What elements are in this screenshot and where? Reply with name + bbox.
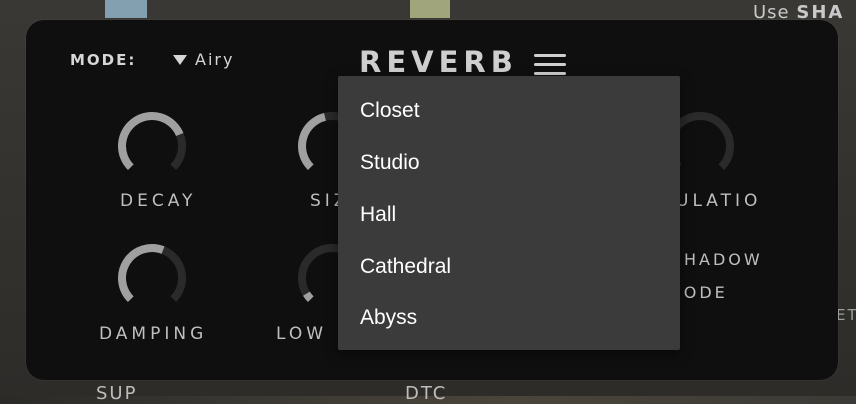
low-label: LOW — [276, 324, 328, 344]
background-bottom-label: DTC — [405, 383, 448, 404]
mode-value: Airy — [195, 50, 235, 69]
decay-label: DECAY — [120, 191, 197, 211]
menu-item-hall[interactable]: Hall — [360, 203, 396, 227]
page-title: REVERB — [359, 45, 518, 79]
reverb-preset-menu: Closet Studio Hall Cathedral Abyss — [338, 76, 680, 350]
decay-knob[interactable] — [110, 104, 194, 188]
knob-arc — [118, 112, 184, 171]
menu-item-studio[interactable]: Studio — [360, 151, 420, 175]
menu-item-closet[interactable]: Closet — [360, 99, 420, 123]
modulation-label: ULATIO — [676, 191, 762, 211]
background-color-swatch — [105, 0, 147, 18]
knob-arc — [303, 291, 314, 303]
reverb-title[interactable]: REVERB — [359, 45, 566, 79]
menu-item-abyss[interactable]: Abyss — [360, 306, 417, 330]
background-right-label: ET — [836, 306, 856, 324]
knob-arc — [298, 112, 327, 171]
mode-label: MODE: — [70, 51, 137, 69]
menu-icon[interactable] — [533, 53, 566, 75]
chevron-down-icon — [173, 54, 187, 65]
background-bottom-label: SUP — [96, 383, 138, 404]
damping-knob[interactable] — [110, 236, 194, 320]
shadow-mode-label-2[interactable]: IODE — [676, 283, 728, 302]
mode-dropdown[interactable]: Airy — [173, 50, 234, 69]
knob-arc — [118, 244, 165, 303]
shadow-mode-label[interactable]: HADOW — [684, 250, 763, 269]
menu-item-cathedral[interactable]: Cathedral — [360, 255, 451, 279]
background-color-swatch — [410, 0, 450, 18]
damping-label: DAMPING — [99, 324, 208, 344]
